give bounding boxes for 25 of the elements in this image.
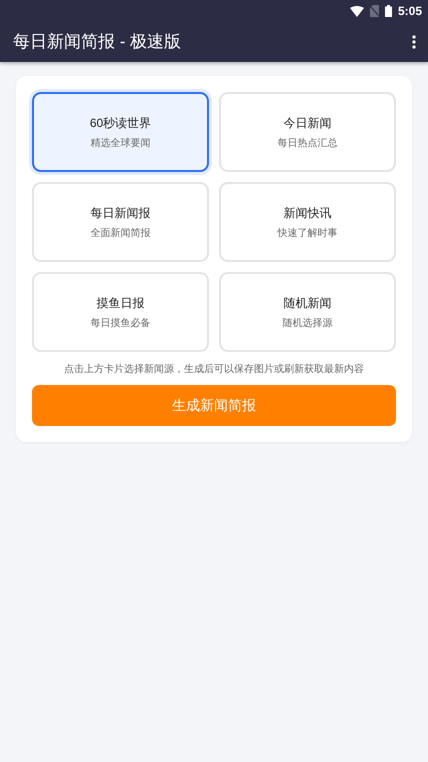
no-sim-icon [370, 5, 379, 17]
source-title: 今日新闻 [284, 114, 332, 132]
source-card[interactable]: 60秒读世界 精选全球要闻 [32, 92, 209, 172]
source-card[interactable]: 随机新闻 随机选择源 [219, 272, 396, 352]
source-card[interactable]: 新闻快讯 快速了解时事 [219, 182, 396, 262]
source-subtitle: 每日摸鱼必备 [90, 316, 150, 330]
hint-text: 点击上方卡片选择新闻源，生成后可以保存图片或刷新获取最新内容 [63, 362, 365, 377]
source-card[interactable]: 每日新闻报 全面新闻简报 [32, 182, 209, 262]
source-subtitle: 随机选择源 [282, 316, 332, 330]
source-card[interactable]: 摸鱼日报 每日摸鱼必备 [32, 272, 209, 352]
source-card[interactable]: 今日新闻 每日热点汇总 [219, 92, 396, 172]
source-title: 摸鱼日报 [96, 294, 144, 312]
battery-icon [384, 5, 392, 17]
source-subtitle: 精选全球要闻 [90, 136, 150, 150]
source-subtitle: 全面新闻简报 [90, 226, 150, 240]
more-menu-icon[interactable] [412, 35, 416, 49]
source-title: 随机新闻 [284, 294, 332, 312]
source-title: 60秒读世界 [90, 114, 152, 132]
wifi-icon [350, 6, 364, 16]
app-title: 每日新闻简报 - 极速版 [13, 31, 182, 54]
source-title: 新闻快讯 [284, 204, 332, 222]
source-subtitle: 每日热点汇总 [278, 136, 338, 150]
source-subtitle: 快速了解时事 [278, 226, 338, 240]
source-title: 每日新闻报 [90, 204, 150, 222]
status-time: 5:05 [398, 3, 422, 20]
